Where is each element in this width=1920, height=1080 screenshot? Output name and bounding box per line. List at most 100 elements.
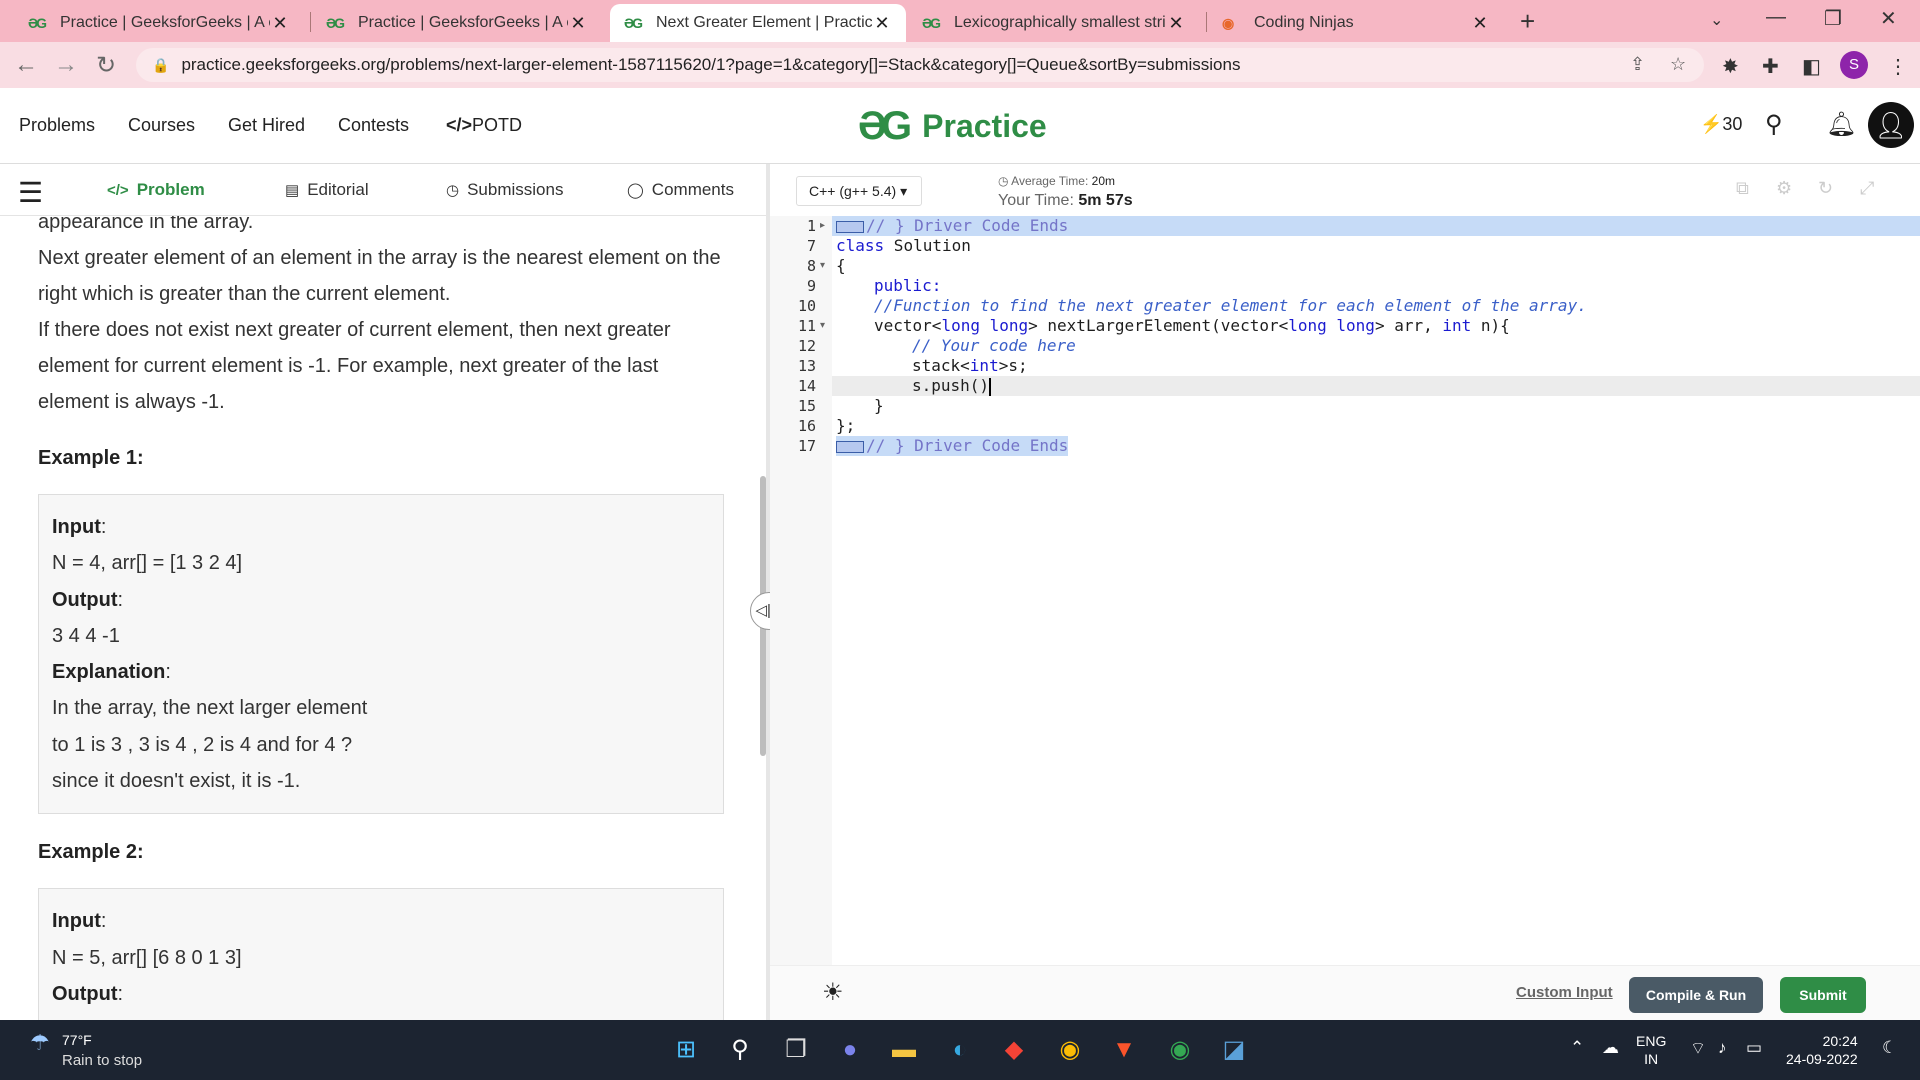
code-line[interactable]: vector<long long> nextLargerElement(vect… <box>874 316 1510 336</box>
profile-avatar[interactable]: S <box>1840 51 1868 79</box>
wifi-icon[interactable]: ⌔ <box>1690 1038 1706 1059</box>
code-line[interactable]: // Your code here <box>912 336 1076 356</box>
code-line[interactable]: public: <box>874 276 941 296</box>
example-2-heading: Example 2: <box>38 841 144 864</box>
code-line[interactable]: } <box>874 396 884 416</box>
extensions-puzzle-icon[interactable]: ✚ <box>1762 54 1779 79</box>
task-view-icon[interactable]: ❐ <box>780 1034 812 1066</box>
search-icon[interactable]: ⚲ <box>724 1034 756 1066</box>
nav-courses[interactable]: Courses <box>128 115 195 136</box>
code-line[interactable]: { <box>836 256 846 276</box>
url-text[interactable]: practice.geeksforgeeks.org/problems/next… <box>181 55 1240 75</box>
close-tab-icon[interactable]: ✕ <box>872 13 892 34</box>
clock[interactable]: 20:24 24-09-2022 <box>1786 1032 1858 1068</box>
fold-arrow-icon[interactable]: ▸ <box>820 216 825 236</box>
language-select[interactable]: C++ (g++ 5.4) ▾ <box>796 176 922 206</box>
lightbulb-icon[interactable]: ☀ <box>822 978 844 1007</box>
average-time-label: Average Time: <box>1011 174 1089 188</box>
brave-browser-icon[interactable]: ▼ <box>1108 1034 1140 1066</box>
browser-tab-2[interactable]: ƏG Practice | GeeksforGeeks | A com ✕ <box>312 4 602 42</box>
extension-bug-icon[interactable]: ✸ <box>1722 54 1739 79</box>
browser-tab-4[interactable]: ƏG Lexicographically smallest string ✕ <box>908 4 1200 42</box>
browser-tab-1[interactable]: ƏG Practice | GeeksforGeeks | A com ✕ <box>14 4 304 42</box>
rain-weather-icon[interactable]: ☂ <box>30 1030 50 1056</box>
browser-menu-icon[interactable]: ⋮ <box>1888 54 1908 79</box>
code-line[interactable]: // } Driver Code Ends <box>836 436 1069 456</box>
code-line[interactable]: //Function to find the next greater elem… <box>874 296 1587 316</box>
address-bar[interactable]: 🔒 practice.geeksforgeeks.org/problems/ne… <box>136 48 1704 82</box>
settings-gear-icon[interactable]: ⚙ <box>1776 178 1792 199</box>
close-tab-icon[interactable]: ✕ <box>270 13 290 34</box>
code-line[interactable]: s.push() <box>912 376 992 396</box>
vscode-icon[interactable]: ◪ <box>1218 1034 1250 1066</box>
windows-start-icon[interactable]: ⊞ <box>670 1034 702 1066</box>
notification-bell-icon[interactable]: 🔔︎ <box>1826 110 1856 139</box>
tab-comments[interactable]: ◯ Comments <box>627 180 734 200</box>
tab-problem[interactable]: </> Problem <box>107 180 205 200</box>
reset-icon[interactable]: ↻ <box>1818 178 1833 199</box>
tray-chevron-up-icon[interactable]: ⌃ <box>1570 1038 1584 1058</box>
nav-potd[interactable]: </>POTD <box>446 115 522 136</box>
chat-icon[interactable]: ● <box>834 1034 866 1066</box>
volume-icon[interactable]: ♪ <box>1718 1038 1727 1058</box>
fold-arrow-icon[interactable]: ▾ <box>820 316 825 336</box>
comment-text: // } Driver Code Ends <box>866 216 1069 235</box>
weather-description[interactable]: Rain to stop <box>62 1052 142 1069</box>
side-panel-icon[interactable]: ◧ <box>1802 54 1821 79</box>
close-tab-icon[interactable]: ✕ <box>1470 13 1490 34</box>
nav-contests[interactable]: Contests <box>338 115 409 136</box>
problem-tabs: ☰ </> Problem ▤ Editorial ◷ Submissions ◯ Co… <box>0 164 766 216</box>
hamburger-menu-icon[interactable]: ☰ <box>18 176 43 209</box>
tab-submissions[interactable]: ◷ Submissions <box>446 180 563 200</box>
reload-icon[interactable]: ↻ <box>96 51 116 80</box>
bookmark-star-icon[interactable]: ☆ <box>1670 54 1686 75</box>
chrome-icon[interactable]: ◉ <box>1054 1034 1086 1066</box>
search-icon[interactable]: ⚲ <box>1765 110 1783 139</box>
code-line[interactable]: stack<int>s; <box>912 356 1028 376</box>
browser-tab-5[interactable]: ◉ Coding Ninjas ✕ <box>1208 4 1504 42</box>
streak-counter[interactable]: ⚡30 <box>1700 114 1742 135</box>
folded-block-icon[interactable] <box>836 440 864 453</box>
file-explorer-icon[interactable]: ▬ <box>888 1034 920 1066</box>
folded-block-icon[interactable] <box>836 220 864 233</box>
battery-icon[interactable]: ▭ <box>1746 1038 1762 1058</box>
chrome-profile-icon[interactable]: ◉ <box>1164 1034 1196 1066</box>
nav-get-hired[interactable]: Get Hired <box>228 115 305 136</box>
share-icon[interactable]: ⇪ <box>1630 54 1645 75</box>
editor-action-bar: ☀ Custom Input Compile & Run Submit <box>770 965 1920 1020</box>
code-text: } <box>874 396 884 415</box>
close-tab-icon[interactable]: ✕ <box>1166 13 1186 34</box>
restore-icon[interactable]: ❐ <box>1824 6 1842 31</box>
nav-problems[interactable]: Problems <box>19 115 95 136</box>
forward-arrow-icon[interactable]: → <box>54 51 78 79</box>
compile-run-button[interactable]: Compile & Run <box>1629 977 1763 1013</box>
gfg-practice-logo[interactable]: ƏG Practice <box>858 104 1047 149</box>
tab-editorial[interactable]: ▤ Editorial <box>285 180 369 200</box>
copy-icon[interactable]: ⧉ <box>1736 178 1749 199</box>
fold-arrow-icon[interactable]: ▾ <box>820 256 825 276</box>
weather-temp[interactable]: 77°F <box>62 1032 92 1048</box>
code-line[interactable]: }; <box>836 416 855 436</box>
custom-input-link[interactable]: Custom Input <box>1516 984 1613 1001</box>
minimize-icon[interactable]: — <box>1766 6 1786 29</box>
close-window-icon[interactable]: ✕ <box>1880 6 1897 31</box>
new-tab-icon[interactable]: + <box>1520 6 1535 37</box>
input-language[interactable]: ENG IN <box>1636 1032 1666 1068</box>
notifications-icon[interactable]: ☾ <box>1882 1038 1897 1058</box>
code-editor[interactable]: // } Driver Code Ends class Solution { p… <box>832 216 1920 965</box>
onedrive-cloud-icon[interactable]: ☁ <box>1602 1038 1619 1058</box>
edge-browser-icon[interactable]: ◐ <box>944 1034 976 1066</box>
close-tab-icon[interactable]: ✕ <box>568 13 588 34</box>
code-line[interactable]: class Solution <box>836 236 971 256</box>
app-diamond-icon[interactable]: ◆ <box>998 1034 1030 1066</box>
code-line[interactable]: // } Driver Code Ends <box>836 216 1068 236</box>
back-arrow-icon[interactable]: ← <box>14 51 38 79</box>
code-text: stack< <box>912 356 970 375</box>
submit-button[interactable]: Submit <box>1780 977 1866 1013</box>
lock-icon[interactable]: 🔒 <box>152 57 169 74</box>
user-avatar[interactable]: 👤︎ <box>1868 102 1914 148</box>
tab-search-chevron-icon[interactable]: ⌄ <box>1710 10 1723 30</box>
gfg-logo-icon: ƏG <box>326 15 345 31</box>
browser-tab-3-active[interactable]: ƏG Next Greater Element | Practice | ✕ <box>610 4 906 42</box>
fullscreen-icon[interactable]: ⤢ <box>1860 178 1874 199</box>
